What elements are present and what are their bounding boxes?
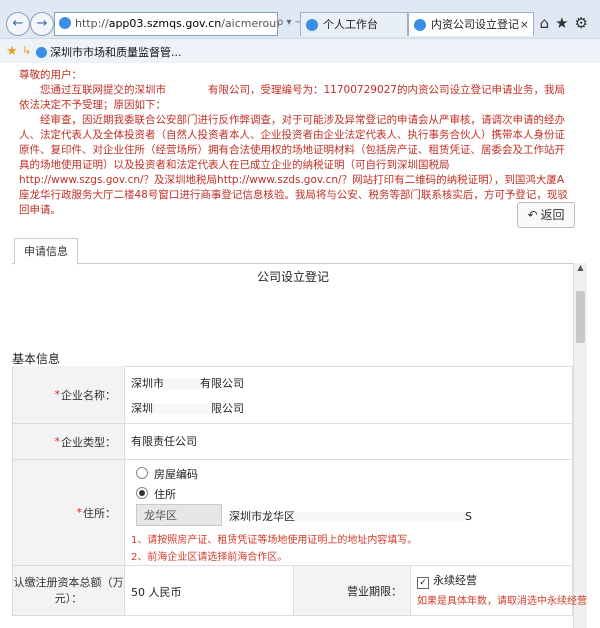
row-company-type: * 企业类型： 有限责任公司 xyxy=(12,424,573,460)
company-name-part: 深圳 xyxy=(131,402,153,415)
tab-application-info[interactable]: 申请信息 xyxy=(14,238,78,265)
checkbox-checked-icon[interactable]: ✓ xyxy=(417,577,429,589)
address-path: /aicmerout/jsp/· xyxy=(221,17,277,30)
ie-favicon-icon xyxy=(36,47,47,58)
address-text: S xyxy=(465,510,472,523)
company-name-part: 限公司 xyxy=(211,402,244,415)
forward-nav-button[interactable]: → xyxy=(30,12,54,36)
company-name-value-2: 深圳 限公司 xyxy=(131,400,244,416)
district-select[interactable]: 龙华区 xyxy=(136,504,222,526)
scrollbar-thumb[interactable] xyxy=(576,291,585,343)
radio-label: 住所 xyxy=(154,488,176,501)
company-type-label: 企业类型： xyxy=(61,435,116,449)
address-hint-1: 1、请按照房产证、租赁凭证等场地使用证明上的地址内容填写。 xyxy=(131,535,418,546)
browser-toolbar-icons: ⌂★⚙ xyxy=(540,14,594,32)
panel-tabs: 申请信息 xyxy=(12,238,573,265)
company-name-label: 企业名称： xyxy=(61,388,116,402)
gear-icon[interactable]: ⚙ xyxy=(575,14,594,32)
required-mark: * xyxy=(54,435,61,448)
address-host: app03.szmqs.gov.cn xyxy=(108,17,222,30)
address-hint-2: 2、前海企业区请选择前海合作区。 xyxy=(131,552,288,563)
row-capital-term: 认缴注册资本总额（万元）： 50 人民币 营业期限： ✓ 永续经营 如果是具体年数… xyxy=(12,566,587,616)
form-title: 公司设立登记 xyxy=(256,270,329,284)
field-label: * 住所： xyxy=(13,460,125,565)
redacted-mask xyxy=(164,379,200,389)
back-nav-button[interactable]: ← xyxy=(6,12,30,36)
scroll-up-icon[interactable]: ▲ xyxy=(574,263,587,275)
field-label: 认缴注册资本总额（万元）： xyxy=(13,566,125,615)
browser-chrome: ← → http://app03.szmqs.gov.cn/aicmerout/… xyxy=(0,0,600,63)
radio-icon[interactable] xyxy=(136,467,148,479)
notice-greeting: 尊敬的用户： xyxy=(19,69,82,81)
favorites-star-icon[interactable]: ★ xyxy=(555,14,574,32)
return-arrow-icon: ↶ xyxy=(527,208,538,222)
notice-line: 您通过互联网提交的深圳市 有限公司，受理编号为：11700729027的内资公司… xyxy=(19,84,565,111)
radio-address[interactable]: 住所 xyxy=(136,486,176,502)
radio-selected-icon[interactable] xyxy=(136,487,148,499)
checkbox-label: 永续经营 xyxy=(433,574,477,587)
address-input[interactable]: 深圳市龙华区 S xyxy=(229,508,472,524)
ie-tab-icon xyxy=(414,19,426,31)
company-name-part: 深圳市 xyxy=(131,377,164,390)
address-label: 住所： xyxy=(83,506,116,520)
field-label: * 企业名称： xyxy=(13,366,125,423)
favorites-bar: ★ ↳ 深圳市市场和质量监督管... xyxy=(0,38,600,63)
favorite-item-label: 深圳市市场和质量监督管... xyxy=(50,46,182,59)
company-type-value: 有限责任公司 xyxy=(131,435,197,448)
company-name-value-1: 深圳市 有限公司 xyxy=(131,375,244,391)
favorite-item[interactable]: 深圳市市场和质量监督管... xyxy=(36,44,182,60)
notice-line: 经审查，因近期我委联合公安部门进行反作弊调查，对于可能涉及异常登记的申请会从严审… xyxy=(19,114,568,216)
close-icon[interactable]: × xyxy=(520,13,529,36)
section-title: 基本信息 xyxy=(12,352,61,366)
term-hint: 如果是具体年数，请取消选中永续经营 xyxy=(417,596,587,607)
tab-company-registration[interactable]: 内资公司设立登记 × xyxy=(408,12,534,36)
back-button[interactable]: ↶ 返回 xyxy=(517,202,575,228)
redacted-mask xyxy=(295,512,465,522)
radio-house-code[interactable]: 房屋编码 xyxy=(136,466,198,482)
term-label: 营业期限： xyxy=(293,566,411,615)
rejection-notice: 尊敬的用户： 您通过互联网提交的深圳市 有限公司，受理编号为：117007290… xyxy=(19,68,574,218)
back-button-label: 返回 xyxy=(540,208,565,222)
address-text: 深圳市龙华区 xyxy=(229,510,295,523)
scrollbar[interactable]: ▲ xyxy=(573,263,587,628)
tab-label: 个人工作台 xyxy=(323,18,378,31)
row-company-name: * 企业名称： 深圳市 有限公司 深圳 限公司 xyxy=(12,366,573,424)
tab-personal-workbench[interactable]: 个人工作台 xyxy=(300,12,408,36)
ie-tab-icon xyxy=(306,19,318,31)
add-favorite-icon[interactable]: ↳ xyxy=(22,44,31,57)
company-name-part: 有限公司 xyxy=(200,377,244,390)
star-icon[interactable]: ★ xyxy=(6,44,18,59)
row-address: * 住所： 房屋编码 住所 龙华区 深圳市龙华区 S 1、请按照房产证、租赁凭证等场… xyxy=(12,460,573,566)
ie-page-icon xyxy=(59,17,71,29)
required-mark: * xyxy=(76,506,83,519)
required-mark: * xyxy=(54,388,61,401)
tab-label: 内资公司设立登记 xyxy=(431,18,519,31)
field-label: * 企业类型： xyxy=(13,424,125,459)
perpetual-checkbox[interactable]: ✓ 永续经营 xyxy=(417,572,477,589)
address-prefix: http:// xyxy=(75,17,109,30)
redacted-mask xyxy=(153,404,211,414)
address-bar[interactable]: http://app03.szmqs.gov.cn/aicmerout/jsp/… xyxy=(54,12,278,36)
capital-value: 50 人民币 xyxy=(131,586,182,599)
radio-label: 房屋编码 xyxy=(154,468,198,481)
home-icon[interactable]: ⌂ xyxy=(540,14,556,32)
